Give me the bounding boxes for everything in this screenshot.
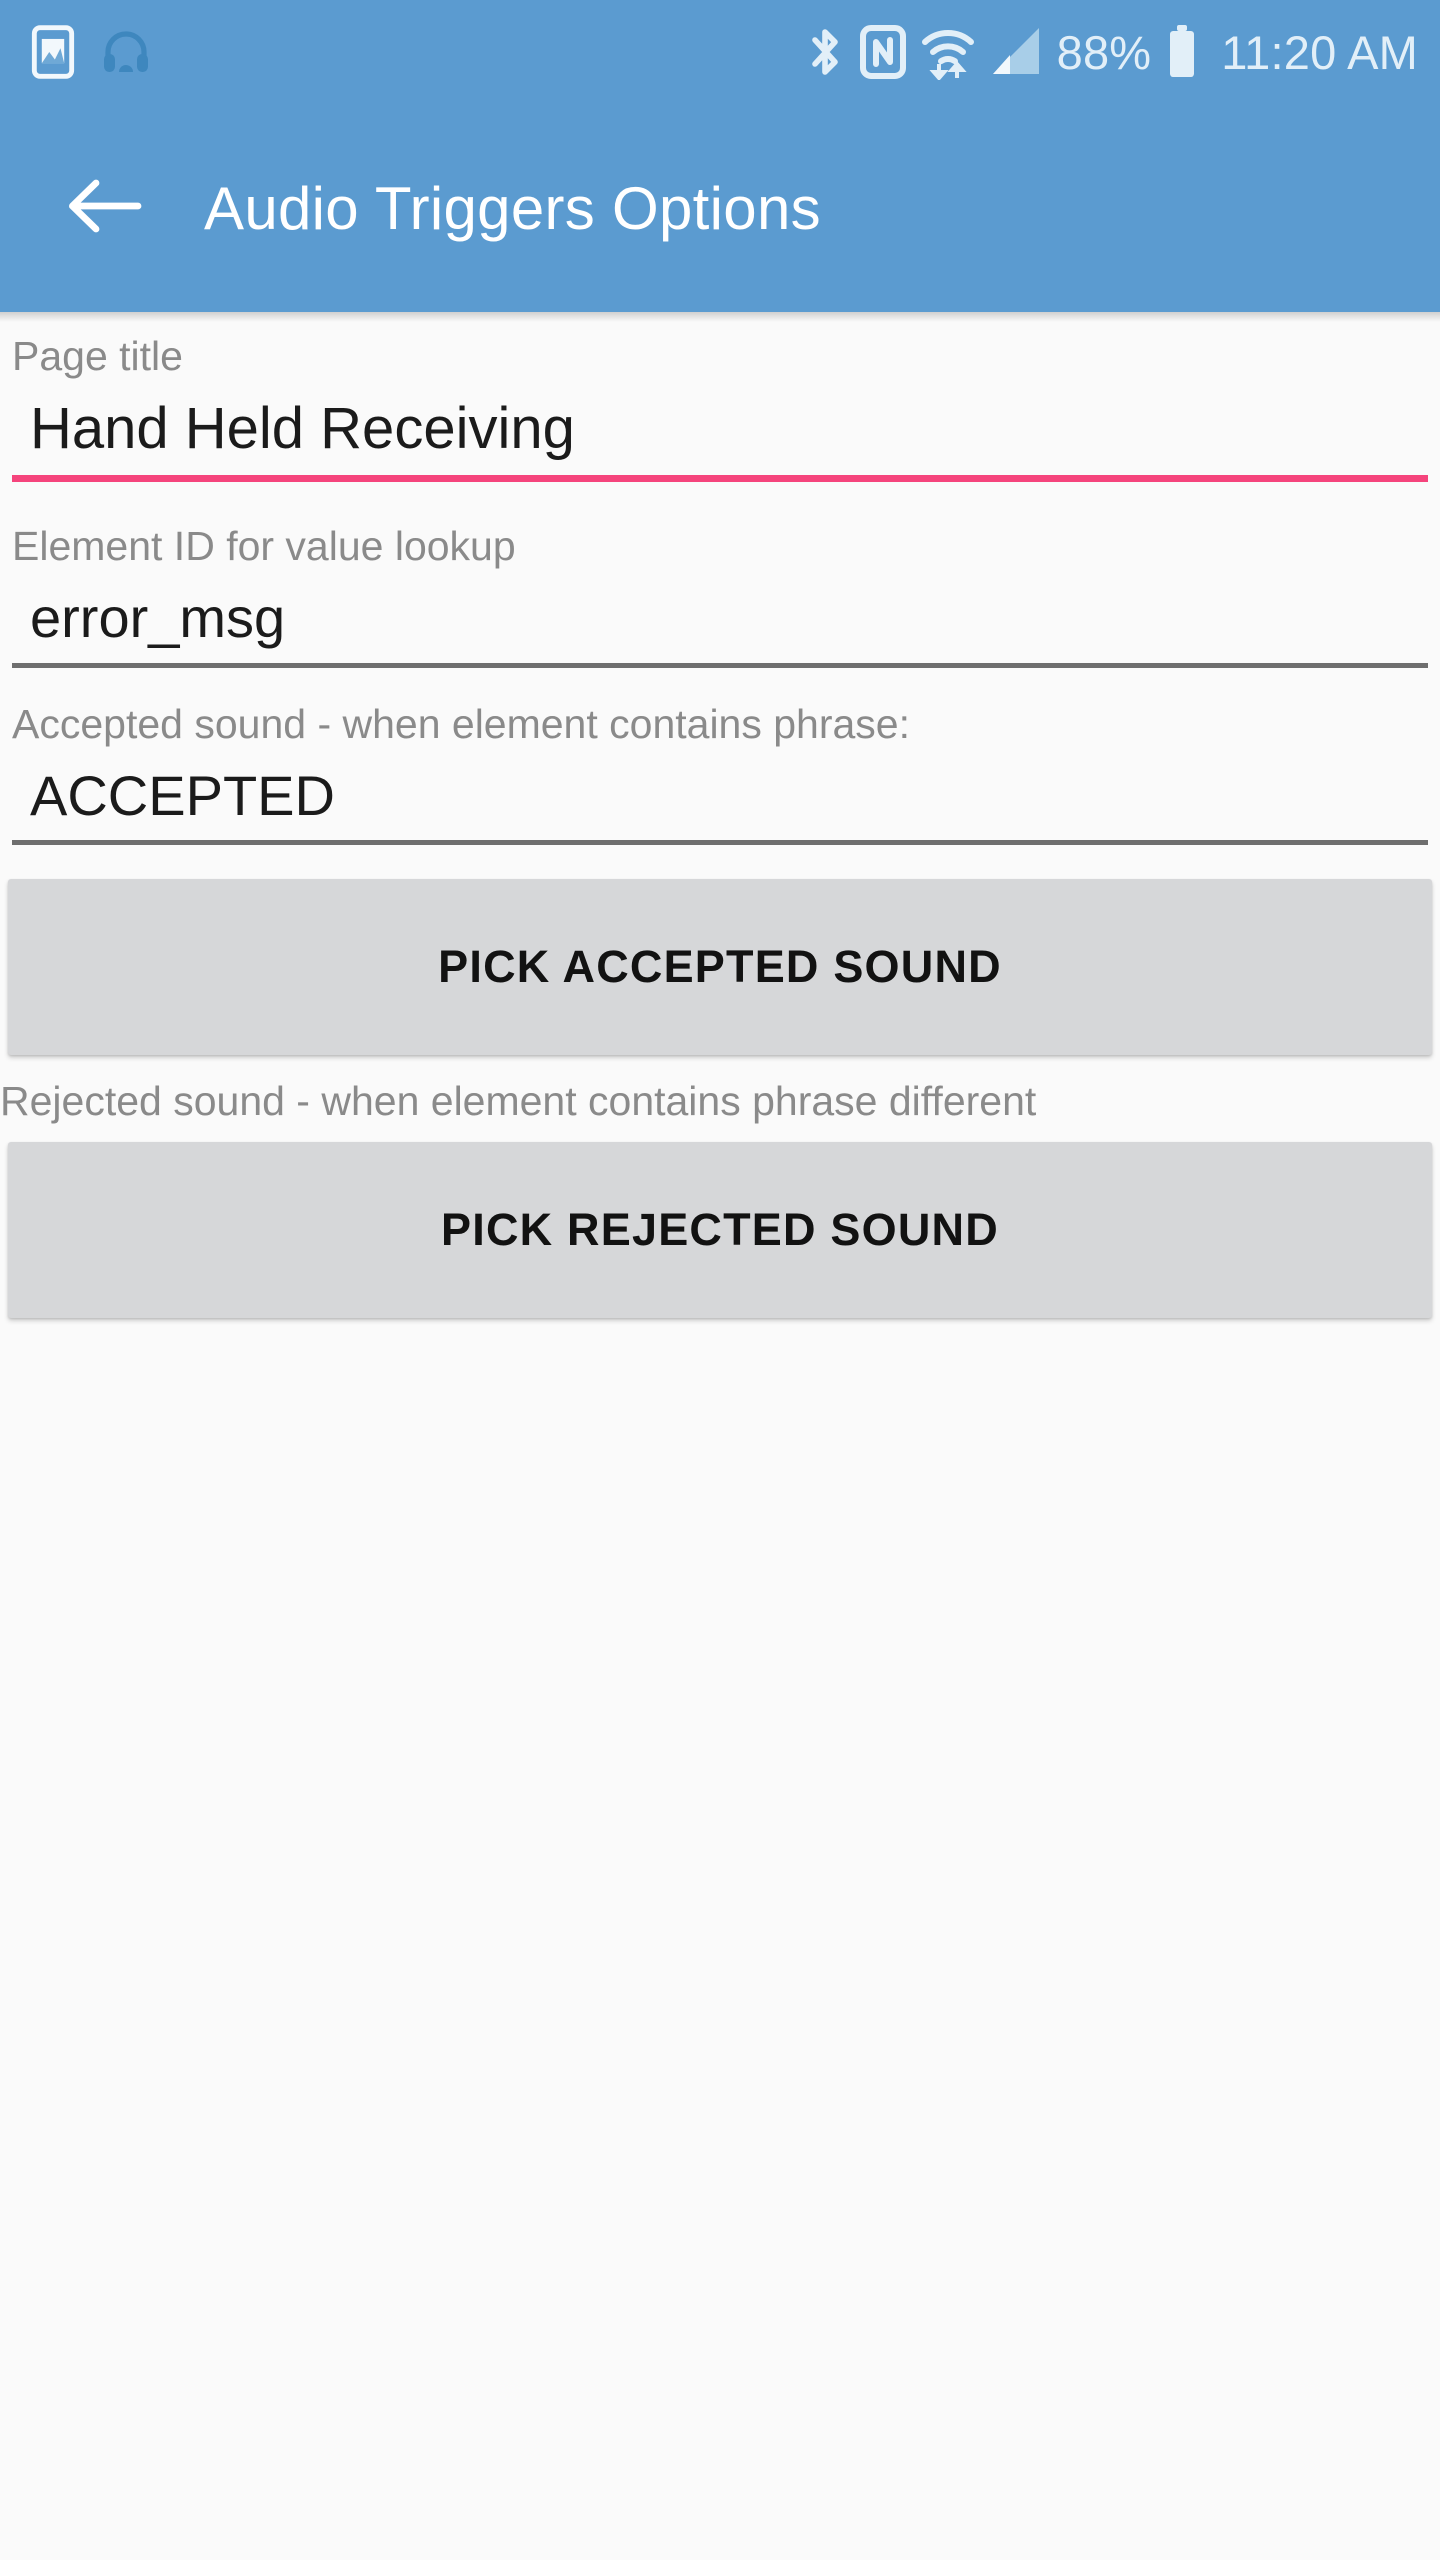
rejected-sound-label: Rejected sound - when element contains p…	[0, 1078, 1037, 1125]
battery-percentage: 88%	[1056, 25, 1152, 79]
cellular-signal-icon	[989, 26, 1043, 78]
status-bar-clock: 11:20 AM	[1221, 25, 1418, 79]
screenshot-image-icon	[30, 24, 76, 80]
pick-rejected-sound-button[interactable]: PICK REJECTED SOUND	[8, 1142, 1432, 1319]
accepted-phrase-label: Accepted sound - when element contains p…	[12, 700, 910, 747]
arrow-left-icon	[66, 175, 142, 242]
status-bar: 88% 11:20 AM	[0, 0, 1440, 104]
page-title-label: Page title	[12, 333, 183, 379]
status-bar-left-icons	[30, 24, 152, 80]
nfc-icon	[859, 24, 907, 80]
pick-accepted-sound-button[interactable]: PICK ACCEPTED SOUND	[8, 879, 1432, 1056]
accepted-phrase-input[interactable]	[12, 746, 1428, 841]
bluetooth-icon	[805, 24, 845, 80]
page-title-field-group: Page title	[0, 312, 1440, 482]
options-form: Page title Element ID for value lookup A…	[0, 312, 1440, 2560]
headphones-icon	[100, 26, 152, 78]
back-button[interactable]	[56, 160, 152, 256]
element-id-label: Element ID for value lookup	[12, 522, 516, 569]
page-title-underline	[12, 474, 1428, 482]
wifi-icon	[921, 24, 975, 80]
element-id-field-group: Element ID for value lookup	[0, 522, 1440, 668]
app-bar: Audio Triggers Options	[0, 104, 1440, 322]
battery-full-icon	[1167, 25, 1197, 79]
element-id-input[interactable]	[12, 568, 1428, 663]
status-bar-right-cluster: 88% 11:20 AM	[805, 24, 1418, 80]
page-title: Audio Triggers Options	[204, 174, 821, 242]
app-screen: 88% 11:20 AM Audio Triggers Options Page…	[0, 0, 1440, 2560]
page-title-input[interactable]	[12, 379, 1428, 475]
accepted-phrase-field-group: Accepted sound - when element contains p…	[0, 700, 1440, 846]
